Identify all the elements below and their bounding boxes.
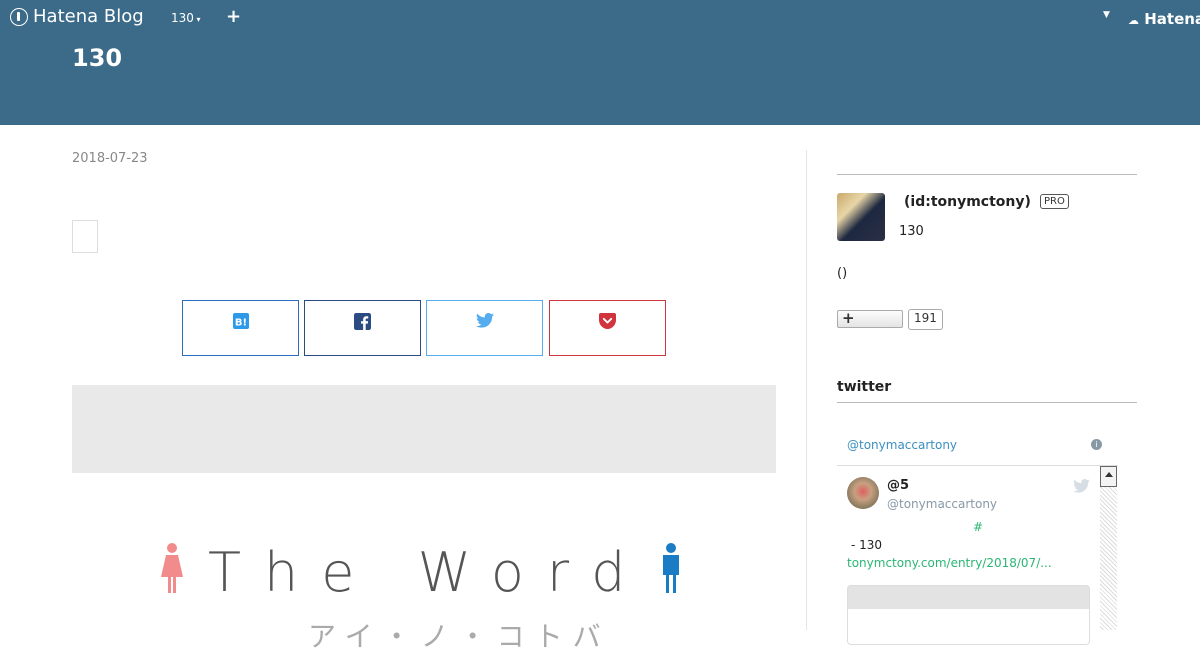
- column-divider: [806, 150, 807, 630]
- svg-text:B!: B!: [234, 318, 246, 329]
- subscriber-count[interactable]: 191: [908, 309, 943, 330]
- entry-placeholder-box: [72, 220, 98, 253]
- advertisement-area[interactable]: [72, 385, 776, 473]
- pocket-share-button[interactable]: [549, 300, 666, 356]
- blog-header: Hatena Blog 130 ▾ + ▼ ☁ Hatena 130: [0, 0, 1200, 125]
- hatena-blog-logo[interactable]: Hatena Blog: [10, 6, 144, 27]
- facebook-share-button[interactable]: [304, 300, 421, 356]
- tweet-link-card[interactable]: [847, 585, 1090, 645]
- info-icon[interactable]: i: [1091, 439, 1102, 450]
- tweet-link[interactable]: tonymctony.com/entry/2018/07/...: [847, 556, 1052, 570]
- blog-select-dropdown[interactable]: 130 ▾: [171, 11, 200, 25]
- pro-badge[interactable]: PRO: [1040, 194, 1069, 209]
- hatena-logo-icon: [10, 7, 28, 26]
- tweet-text: - 130: [851, 538, 883, 552]
- wifi-icon: ☁: [1128, 14, 1139, 27]
- plus-icon: +: [842, 309, 855, 327]
- profile-name-link[interactable]: (id:tonymctony): [904, 194, 1031, 210]
- female-figure-icon: [161, 543, 183, 593]
- male-figure-icon: [663, 543, 679, 593]
- twitter-bird-icon[interactable]: [1073, 478, 1090, 497]
- twitter-timeline-link[interactable]: @tonymaccartony: [847, 438, 957, 452]
- hero-subtitle: アイ・ノ・コトバ: [308, 620, 611, 653]
- profile-avatar[interactable]: [837, 193, 885, 241]
- tweet-author-handle[interactable]: @tonymaccartony: [887, 497, 997, 511]
- facebook-icon: [354, 313, 371, 330]
- hatena-brand-text: Hatena: [1144, 10, 1200, 28]
- twitter-widget-separator: [837, 465, 1118, 466]
- chevron-down-icon: ▾: [193, 15, 201, 24]
- pocket-icon: [599, 313, 616, 329]
- twitter-icon: [475, 313, 494, 328]
- chevron-down-icon[interactable]: ▼: [1103, 10, 1110, 20]
- add-entry-button[interactable]: +: [226, 6, 241, 27]
- entry-date[interactable]: 2018-07-23: [72, 151, 148, 166]
- sidebar-divider: [837, 174, 1137, 175]
- twitter-scrollbar[interactable]: [1100, 466, 1117, 630]
- logo-text: Hatena Blog: [33, 6, 144, 27]
- blog-select-label: 130: [171, 11, 194, 25]
- global-header: Hatena Blog 130 ▾ + ▼ ☁ Hatena: [0, 0, 1200, 36]
- blog-title[interactable]: 130: [72, 44, 122, 72]
- subscribe-button[interactable]: +: [837, 309, 903, 328]
- tweet-avatar[interactable]: [847, 477, 879, 509]
- twitter-module-divider: [837, 402, 1137, 403]
- scroll-up-arrow[interactable]: [1100, 466, 1117, 487]
- hero-title: The Word: [208, 541, 649, 604]
- profile-description: 130: [899, 224, 924, 239]
- entry-hero-image: The Word アイ・ノ・コトバ: [160, 535, 700, 653]
- profile-extra-text: (): [837, 266, 848, 281]
- hatena-brand-link[interactable]: ☁ Hatena: [1128, 10, 1200, 28]
- twitter-share-button[interactable]: [426, 300, 543, 356]
- tweet-hashtag[interactable]: #: [973, 520, 983, 534]
- hatena-bookmark-icon: B!: [232, 313, 249, 329]
- tweet-author-name[interactable]: @5: [887, 478, 909, 493]
- hatena-bookmark-share-button[interactable]: B!: [182, 300, 299, 356]
- twitter-module-title: twitter: [837, 379, 892, 395]
